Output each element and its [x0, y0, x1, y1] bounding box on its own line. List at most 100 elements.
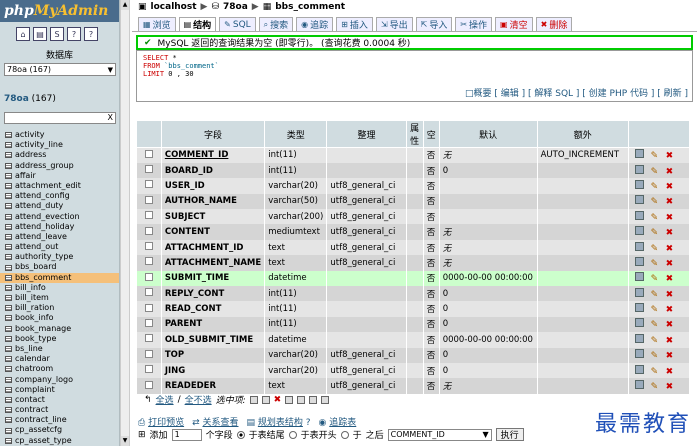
row-checkbox[interactable] — [144, 272, 153, 281]
sidebar-table-contact[interactable]: contact — [0, 395, 119, 405]
field-count-input[interactable]: 1 — [171, 428, 202, 441]
tab-3[interactable]: ⌕ 搜索 — [258, 17, 294, 31]
table-icon[interactable] — [5, 315, 12, 322]
edit-icon[interactable]: ✎ — [650, 244, 659, 254]
sidebar-table-complaint[interactable]: complaint — [0, 385, 119, 395]
table-icon[interactable] — [5, 325, 12, 332]
row-checkbox[interactable] — [144, 380, 153, 389]
edit-icon[interactable]: ✎ — [650, 198, 659, 207]
table-icon[interactable] — [5, 132, 12, 139]
table-icon[interactable] — [5, 142, 12, 149]
sidebar-table-attend_duty[interactable]: attend_duty — [0, 201, 119, 211]
breadcrumb-server[interactable]: localhost — [151, 2, 197, 12]
sidebar-table-bbs_board[interactable]: bbs_board — [0, 262, 119, 272]
tab-1[interactable]: ▤ 结构 — [178, 17, 217, 31]
tab-9[interactable]: ▣ 清空 — [495, 17, 533, 31]
sidebar-scrollbar[interactable]: ▲ ▼ — [120, 0, 130, 446]
database-select[interactable]: 78oa (167) ▼ — [4, 63, 116, 76]
sidebar-table-bill_info[interactable]: bill_info — [0, 283, 119, 293]
row-checkbox[interactable] — [144, 257, 153, 266]
table-icon[interactable] — [5, 356, 12, 363]
tab-6[interactable]: ⇲ 导出 — [375, 17, 413, 31]
table-icon[interactable] — [5, 396, 12, 403]
query-window-icon[interactable]: ▤ — [33, 27, 47, 41]
sidebar-table-attachment_edit[interactable]: attachment_edit — [0, 181, 119, 191]
table-row[interactable]: CONTENT mediumtext utf8_general_ci 否无 ✎ ✖ — [136, 224, 691, 240]
browse-distinct-icon[interactable] — [634, 241, 644, 251]
track-table-link[interactable]: ◉ 追踪表 — [319, 415, 357, 428]
browse-distinct-icon[interactable] — [634, 164, 644, 174]
edit-icon[interactable]: ✎ — [650, 367, 659, 377]
edit-icon[interactable]: ✎ — [650, 336, 659, 346]
drop-icon[interactable]: ✖ — [665, 336, 674, 346]
phpmyadmin-logo[interactable]: phpMyAdmin — [0, 0, 119, 22]
table-icon[interactable] — [5, 386, 12, 393]
table-row[interactable]: SUBMIT_TIME datetime 否 0000-00-00 00:00:00 ✎… — [136, 270, 691, 287]
sidebar-table-book_type[interactable]: book_type — [0, 334, 119, 344]
browse-distinct-icon[interactable] — [634, 195, 644, 205]
row-checkbox[interactable] — [144, 334, 153, 343]
sidebar-table-attend_out[interactable]: attend_out — [0, 242, 119, 252]
drop-icon[interactable]: ✖ — [665, 259, 674, 269]
index-selected-icon[interactable] — [309, 395, 318, 404]
row-checkbox[interactable] — [144, 211, 153, 220]
sidebar-table-contract[interactable]: contract — [0, 405, 119, 415]
edit-icon[interactable]: ✎ — [650, 306, 659, 315]
row-checkbox[interactable] — [144, 303, 153, 312]
edit-icon[interactable]: ✎ — [650, 383, 659, 392]
table-icon[interactable] — [5, 233, 12, 240]
row-checkbox[interactable] — [144, 288, 153, 297]
table-row[interactable]: REPLY_CONT int(11) 否 0 ✎ ✖ — [136, 286, 691, 302]
drop-icon[interactable]: ✖ — [665, 290, 674, 300]
table-icon[interactable] — [5, 417, 12, 424]
print-preview-link[interactable]: ⎙ 打印预览 — [138, 415, 184, 428]
drop-icon[interactable]: ✖ — [665, 182, 674, 192]
sql-icon[interactable]: S — [50, 27, 64, 41]
tab-2[interactable]: ✎ SQL — [219, 17, 256, 31]
table-icon[interactable] — [5, 437, 12, 444]
browse-distinct-icon[interactable] — [634, 380, 644, 390]
browse-distinct-icon[interactable] — [634, 318, 644, 328]
table-icon[interactable] — [5, 203, 12, 210]
table-row[interactable]: USER_ID varchar(20) utf8_general_ci 否 ✎ ✖ — [136, 178, 691, 194]
drop-icon[interactable]: ✖ — [665, 383, 674, 392]
browse-selected-icon[interactable] — [249, 395, 258, 404]
sidebar-table-chatroom[interactable]: chatroom — [0, 364, 119, 374]
drop-selected-icon[interactable]: ✖ — [274, 395, 282, 405]
table-icon[interactable] — [5, 213, 12, 220]
table-row[interactable]: SUBJECT varchar(200) utf8_general_ci 否 ✎ ✖ — [136, 209, 691, 225]
sidebar-table-bs_line[interactable]: bs_line — [0, 344, 119, 354]
sidebar-table-activity[interactable]: activity — [0, 130, 119, 140]
row-checkbox[interactable] — [144, 195, 153, 204]
table-icon[interactable] — [5, 284, 12, 291]
edit-icon[interactable]: ✎ — [650, 321, 659, 330]
table-row[interactable]: JING varchar(20) utf8_general_ci 否 0 ✎ ✖ — [136, 362, 691, 379]
table-row[interactable]: PARENT int(11) 否 0 ✎ ✖ — [136, 316, 691, 333]
drop-icon[interactable]: ✖ — [665, 213, 674, 223]
tab-0[interactable]: ▦ 浏览 — [138, 17, 176, 31]
breadcrumb-database[interactable]: 78oa — [223, 2, 248, 12]
drop-icon[interactable]: ✖ — [665, 167, 674, 177]
breadcrumb-table[interactable]: bbs_comment — [275, 2, 345, 12]
uncheck-all-link[interactable]: 全不选 — [185, 393, 212, 406]
sidebar-table-address[interactable]: address — [0, 150, 119, 160]
table-row[interactable]: TOP varchar(20) utf8_general_ci 否 0 ✎ ✖ — [136, 347, 691, 363]
sidebar-table-bill_item[interactable]: bill_item — [0, 293, 119, 303]
table-icon[interactable] — [5, 305, 12, 312]
table-icon[interactable] — [5, 193, 12, 200]
drop-icon[interactable]: ✖ — [665, 275, 674, 284]
drop-icon[interactable]: ✖ — [665, 367, 674, 377]
edit-icon[interactable]: ✎ — [650, 152, 659, 161]
edit-icon[interactable]: ✎ — [650, 352, 659, 361]
sidebar-table-cp_assetcfg[interactable]: cp_assetcfg — [0, 425, 119, 435]
drop-icon[interactable]: ✖ — [665, 229, 674, 238]
table-icon[interactable] — [5, 366, 12, 373]
relation-view-link[interactable]: ⇄ 关系查看 — [192, 415, 238, 428]
drop-icon[interactable]: ✖ — [665, 152, 674, 161]
table-icon[interactable] — [5, 162, 12, 169]
sidebar-table-attend_evection[interactable]: attend_evection — [0, 212, 119, 222]
sidebar-table-attend_leave[interactable]: attend_leave — [0, 232, 119, 242]
sidebar-table-book_manage[interactable]: book_manage — [0, 324, 119, 334]
browse-distinct-icon[interactable] — [634, 333, 644, 343]
row-checkbox[interactable] — [144, 349, 153, 358]
